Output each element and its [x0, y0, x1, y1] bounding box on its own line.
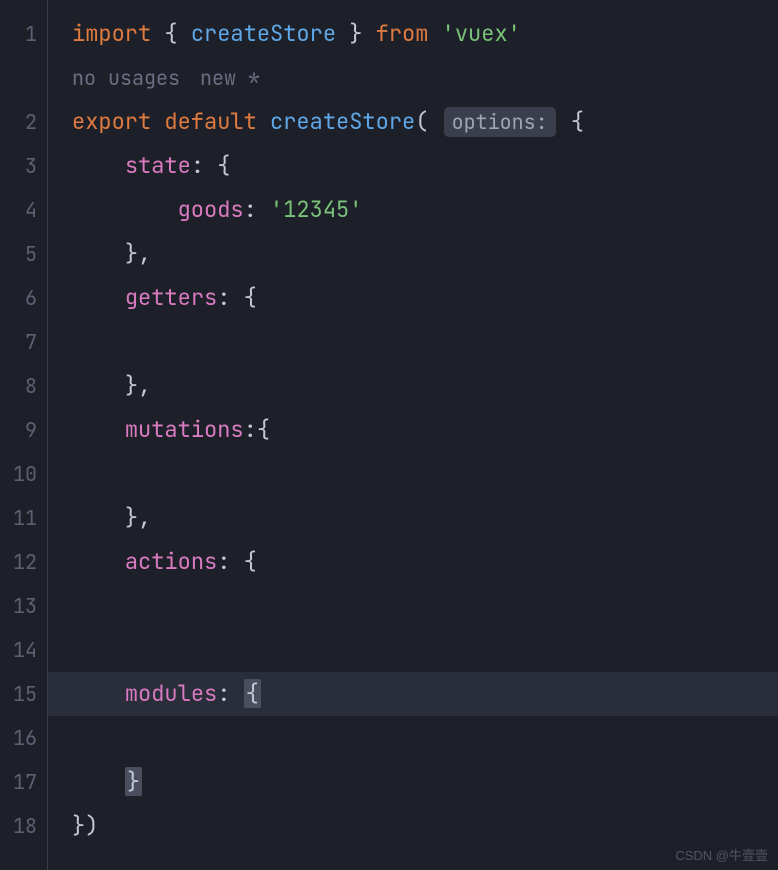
prop-actions: actions [125, 547, 217, 576]
line-number: 7 [0, 320, 47, 364]
colon: : [217, 547, 230, 576]
code-line[interactable]: }) [48, 804, 778, 848]
keyword-default: default [164, 107, 256, 136]
brace-close-comma: }, [125, 503, 151, 532]
brace-open: { [571, 107, 584, 136]
brace-close: } [349, 19, 362, 48]
code-line[interactable] [48, 320, 778, 364]
code-line[interactable]: import { createStore } from 'vuex' [48, 12, 778, 56]
code-editor[interactable]: 1 2 3 4 5 6 7 8 9 10 11 12 13 14 15 16 1… [0, 0, 778, 870]
brace-open: { [164, 19, 177, 48]
line-number: 9 [0, 408, 47, 452]
lightbulb-icon[interactable] [60, 636, 80, 662]
prop-state: state [125, 151, 191, 180]
brace-open: { [257, 415, 270, 444]
line-number: 11 [0, 496, 47, 540]
brace-close-comma: }, [125, 371, 151, 400]
watermark: CSDN @牛壹壹 [675, 845, 768, 864]
identifier-createStore: createStore [270, 107, 415, 136]
code-line[interactable]: mutations:{ [48, 408, 778, 452]
brace-open: { [217, 151, 230, 180]
line-number [0, 56, 47, 100]
line-number: 16 [0, 716, 47, 760]
code-line[interactable]: actions: { [48, 540, 778, 584]
line-number: 18 [0, 804, 47, 848]
vcs-hint[interactable]: new * [200, 56, 260, 100]
code-line[interactable]: export default createStore( options: { [48, 100, 778, 144]
paren-open: ( [415, 107, 428, 136]
line-number: 17 [0, 760, 47, 804]
line-number: 15 [0, 672, 47, 716]
line-number: 10 [0, 452, 47, 496]
keyword-export: export [72, 107, 151, 136]
code-line[interactable]: }, [48, 628, 778, 672]
code-line[interactable] [48, 716, 778, 760]
line-number: 13 [0, 584, 47, 628]
line-number: 2 [0, 100, 47, 144]
string-goods-val: '12345' [270, 195, 362, 224]
string-vuex: 'vuex' [442, 19, 521, 48]
keyword-from: from [376, 19, 429, 48]
code-line[interactable]: }, [48, 232, 778, 276]
brace-close-matched: } [125, 767, 142, 796]
prop-modules: modules [125, 679, 217, 708]
code-annotations: no usages new * [48, 56, 778, 100]
prop-mutations: mutations [125, 415, 244, 444]
close-paren: }) [72, 811, 98, 840]
line-number: 3 [0, 144, 47, 188]
identifier-createStore: createStore [191, 19, 336, 48]
line-number: 12 [0, 540, 47, 584]
keyword-import: import [72, 19, 151, 48]
line-number: 4 [0, 188, 47, 232]
line-number: 1 [0, 12, 47, 56]
code-line[interactable]: state: { [48, 144, 778, 188]
colon: : [217, 283, 230, 312]
brace-open: { [244, 283, 257, 312]
code-line-current[interactable]: modules: { [48, 672, 778, 716]
code-line[interactable] [48, 452, 778, 496]
colon: : [217, 679, 230, 708]
line-number: 8 [0, 364, 47, 408]
usages-hint[interactable]: no usages [72, 56, 180, 100]
prop-goods: goods [178, 195, 244, 224]
code-line[interactable]: getters: { [48, 276, 778, 320]
prop-getters: getters [125, 283, 217, 312]
colon: : [244, 195, 257, 224]
line-number: 5 [0, 232, 47, 276]
line-number: 14 [0, 628, 47, 672]
line-number-gutter: 1 2 3 4 5 6 7 8 9 10 11 12 13 14 15 16 1… [0, 0, 48, 870]
code-line[interactable]: goods: '12345' [48, 188, 778, 232]
brace-open-matched: { [244, 679, 261, 708]
code-line[interactable]: }, [48, 496, 778, 540]
code-area[interactable]: import { createStore } from 'vuex' no us… [48, 0, 778, 870]
colon: : [191, 151, 204, 180]
colon: : [244, 415, 257, 444]
brace-close-comma: }, [125, 239, 151, 268]
code-line[interactable]: } [48, 760, 778, 804]
inlay-hint-options[interactable]: options: [444, 107, 556, 137]
code-line[interactable] [48, 584, 778, 628]
code-line[interactable]: }, [48, 364, 778, 408]
brace-open: { [244, 547, 257, 576]
line-number: 6 [0, 276, 47, 320]
